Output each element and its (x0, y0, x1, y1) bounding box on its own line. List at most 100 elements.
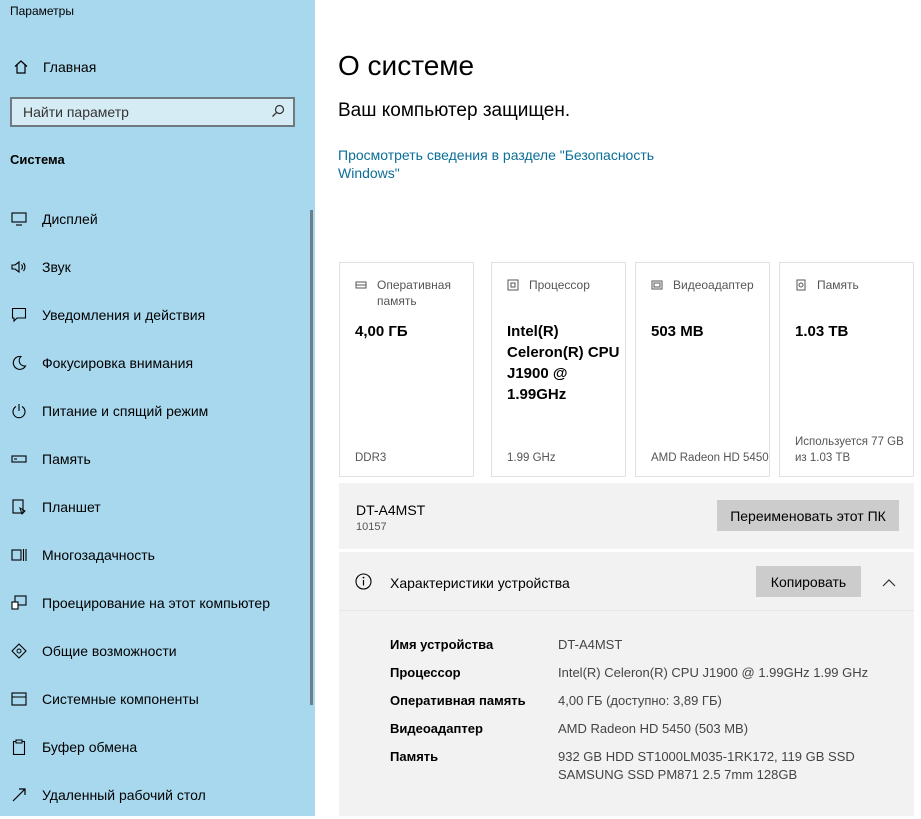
chevron-up-icon[interactable] (882, 574, 896, 592)
spec-row: Имя устройства DT-A4MST (390, 636, 900, 654)
sidebar-item-remote-desktop[interactable]: Удаленный рабочий стол (0, 771, 310, 819)
spec-row: Оперативная память 4,00 ГБ (доступно: 3,… (390, 692, 900, 710)
spec-key: Процессор (390, 665, 461, 680)
sidebar-item-label: Многозадачность (42, 547, 155, 563)
sidebar-item-label: Звук (42, 259, 71, 275)
home-icon (12, 58, 30, 76)
ram-icon (355, 279, 367, 291)
card-value: Intel(R) Celeron(R) CPU J1900 @ 1.99GHz (507, 323, 620, 403)
tablet-icon (10, 498, 28, 516)
remote-desktop-icon (10, 786, 28, 804)
search-input[interactable]: Найти параметр (10, 97, 295, 127)
card-sub: 1.99 GHz (507, 452, 556, 464)
multitasking-icon (10, 546, 28, 564)
sidebar: Параметры Главная Найти параметр Система… (0, 0, 315, 816)
rename-pc-button[interactable]: Переименовать этот ПК (717, 500, 899, 531)
copy-button[interactable]: Копировать (756, 566, 861, 597)
display-icon (10, 210, 28, 228)
sidebar-item-label: Дисплей (42, 211, 98, 227)
sidebar-item-notifications[interactable]: Уведомления и действия (0, 291, 310, 339)
sidebar-item-power[interactable]: Питание и спящий режим (0, 387, 310, 435)
pc-name: DT-A4MST (356, 502, 426, 518)
search-icon[interactable] (271, 104, 285, 121)
card-sub: AMD Radeon HD 5450 (651, 452, 769, 464)
sidebar-item-label: Питание и спящий режим (42, 403, 209, 419)
device-specs-panel: Характеристики устройства Копировать Имя… (339, 552, 914, 816)
spec-key: Видеоадаптер (390, 721, 483, 736)
shared-icon (10, 642, 28, 660)
sidebar-item-projection[interactable]: Проецирование на этот компьютер (0, 579, 310, 627)
notification-icon (10, 306, 28, 324)
sidebar-item-label: Общие возможности (42, 643, 177, 659)
card-sub: DDR3 (355, 452, 387, 464)
sidebar-item-display[interactable]: Дисплей (0, 195, 310, 243)
sidebar-nav: Дисплей Звук Уведомления и действия Фоку… (0, 195, 310, 819)
card-value: 4,00 ГБ (355, 323, 408, 340)
main-content: О системе Ваш компьютер защищен. Просмот… (316, 0, 921, 816)
projector-icon (10, 594, 28, 612)
spec-value: 4,00 ГБ (доступно: 3,89 ГБ) (558, 693, 722, 708)
spec-value: AMD Radeon HD 5450 (503 MB) (558, 721, 749, 736)
search-placeholder: Найти параметр (23, 104, 129, 120)
spec-key: Оперативная память (390, 693, 526, 708)
storage-icon (10, 450, 28, 468)
card-disk: Память 1.03 TB Используется 77 GB из 1.0… (779, 262, 914, 477)
spec-key: Имя устройства (390, 637, 494, 652)
sidebar-home-label: Главная (43, 59, 97, 75)
page-title: О системе (338, 50, 475, 81)
sidebar-home[interactable]: Главная (12, 58, 96, 76)
app-title: Параметры (10, 4, 74, 18)
card-cpu: Процессор Intel(R) Celeron(R) CPU J1900 … (491, 262, 626, 477)
sidebar-item-label: Проецирование на этот компьютер (42, 595, 270, 611)
cpu-icon (507, 279, 519, 291)
moon-icon (10, 354, 28, 372)
sidebar-item-multitasking[interactable]: Многозадачность (0, 531, 310, 579)
pc-name-panel: DT-A4MST 10157 Переименовать этот ПК (339, 483, 914, 549)
sidebar-item-components[interactable]: Системные компоненты (0, 675, 310, 723)
power-icon (10, 402, 28, 420)
card-label: Память (817, 278, 859, 292)
pc-build: 10157 (356, 521, 387, 533)
spec-key: Память (390, 749, 439, 764)
disk-icon (795, 279, 807, 291)
gpu-icon (651, 279, 663, 291)
protection-status: Ваш компьютер защищен. (338, 100, 571, 121)
sidebar-item-tablet[interactable]: Планшет (0, 483, 310, 531)
card-sub: Используется 77 GB из 1.03 TB (795, 436, 904, 464)
spec-row: Память 932 GB HDD ST1000LM035-1RK172, 11… (390, 748, 900, 784)
sidebar-item-label: Системные компоненты (42, 691, 199, 707)
device-specs-title: Характеристики устройства (390, 575, 570, 591)
sidebar-item-shared[interactable]: Общие возможности (0, 627, 310, 675)
info-icon (355, 573, 372, 595)
card-value: 1.03 TB (795, 323, 849, 340)
spec-value: DT-A4MST (558, 637, 623, 652)
sidebar-scrollbar[interactable] (310, 210, 313, 705)
device-specs-header[interactable]: Характеристики устройства Копировать (339, 552, 914, 611)
security-link[interactable]: Просмотреть сведения в разделе "Безопасн… (338, 146, 678, 182)
sidebar-item-storage[interactable]: Память (0, 435, 310, 483)
card-label: Видеоадаптер (673, 278, 754, 292)
card-gpu: Видеоадаптер 503 MB AMD Radeon HD 5450 (635, 262, 770, 477)
card-value: 503 MB (651, 323, 704, 340)
speaker-icon (10, 258, 28, 276)
sidebar-item-label: Фокусировка внимания (42, 355, 194, 371)
sidebar-item-label: Удаленный рабочий стол (42, 787, 206, 803)
card-ram: Оперативная память 4,00 ГБ DDR3 (339, 262, 474, 477)
components-icon (10, 690, 28, 708)
clipboard-icon (10, 738, 28, 756)
sidebar-item-label: Уведомления и действия (42, 307, 206, 323)
spec-row: Видеоадаптер AMD Radeon HD 5450 (503 MB) (390, 720, 900, 738)
device-specs-list: Имя устройства DT-A4MST Процессор Intel(… (390, 636, 900, 794)
sidebar-item-label: Память (42, 451, 91, 467)
spec-value: 932 GB HDD ST1000LM035-1RK172, 119 GB SS… (558, 749, 855, 782)
sidebar-item-focus[interactable]: Фокусировка внимания (0, 339, 310, 387)
sidebar-section-title: Система (10, 152, 65, 167)
sidebar-item-label: Буфер обмена (42, 739, 138, 755)
card-label: Оперативная память (377, 278, 451, 308)
sidebar-item-sound[interactable]: Звук (0, 243, 310, 291)
spec-value: Intel(R) Celeron(R) CPU J1900 @ 1.99GHz … (558, 665, 869, 680)
card-label: Процессор (529, 278, 590, 292)
spec-row: Процессор Intel(R) Celeron(R) CPU J1900 … (390, 664, 900, 682)
sidebar-item-label: Планшет (42, 499, 101, 515)
sidebar-item-clipboard[interactable]: Буфер обмена (0, 723, 310, 771)
